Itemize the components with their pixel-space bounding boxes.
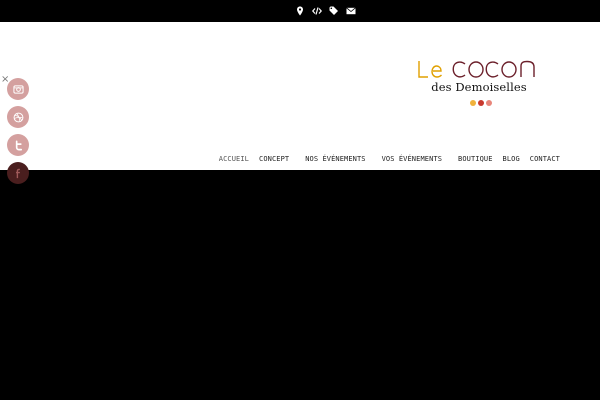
instagram-icon[interactable] <box>7 78 29 100</box>
nav-item-nos-evenements[interactable]: NOS ÉVÉNEMENTS <box>300 155 370 163</box>
logo-subtitle: des Demoiselles <box>431 80 527 94</box>
map-pin-icon[interactable] <box>295 6 305 16</box>
nav-item-accueil[interactable]: ACCUEIL <box>214 155 254 163</box>
top-bar-icons <box>295 6 356 16</box>
logo-dots <box>470 100 492 106</box>
tag-icon[interactable] <box>329 6 339 16</box>
dribbble-icon[interactable] <box>7 106 29 128</box>
nav-item-vos-evenements[interactable]: VOS ÉVÉNEMENTS <box>377 155 447 163</box>
hero-area <box>0 170 600 400</box>
facebook-icon[interactable] <box>7 162 29 184</box>
twitter-icon[interactable] <box>7 134 29 156</box>
logo-dot <box>478 100 484 106</box>
logo-wordmark-icon <box>418 60 535 78</box>
top-bar <box>0 0 600 22</box>
nav-item-boutique[interactable]: BOUTIQUE <box>453 155 498 163</box>
logo-dot <box>470 100 476 106</box>
envelope-icon[interactable] <box>345 6 356 16</box>
nav-item-concept[interactable]: CONCEPT <box>254 155 294 163</box>
logo-dot <box>486 100 492 106</box>
nav-item-blog[interactable]: BLOG <box>498 155 525 163</box>
site-header: × des Demoiselles <box>0 22 600 149</box>
nav-item-contact[interactable]: CONTACT <box>525 155 565 163</box>
code-icon[interactable] <box>311 6 322 16</box>
social-links <box>7 78 29 184</box>
site-logo[interactable]: des Demoiselles <box>413 58 545 112</box>
main-nav: ACCUEIL CONCEPT NOS ÉVÉNEMENTS VOS ÉVÉNE… <box>0 148 600 170</box>
